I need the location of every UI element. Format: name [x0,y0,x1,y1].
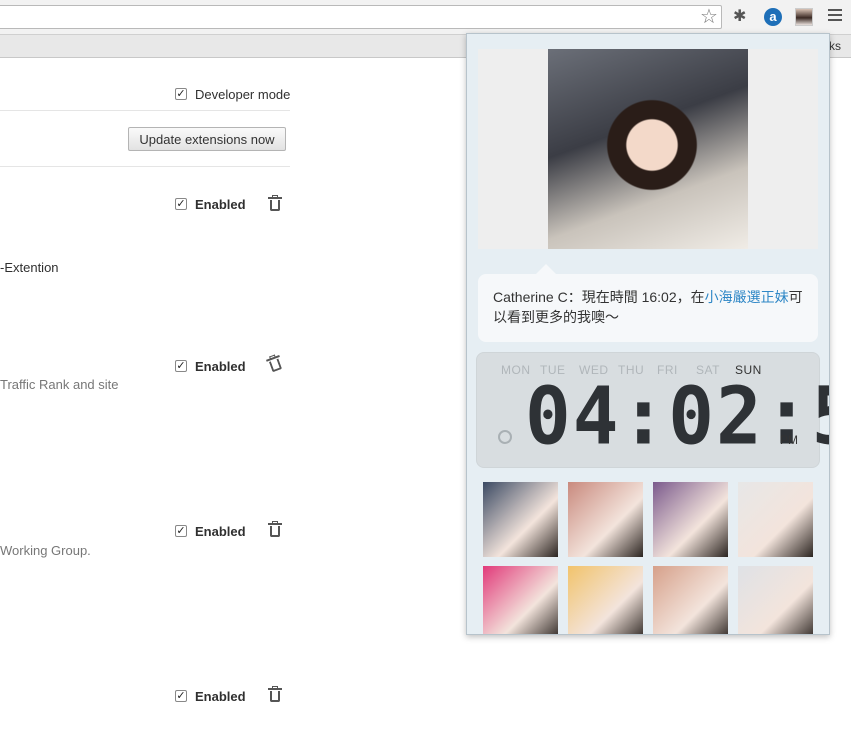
thumbnail[interactable] [653,566,728,634]
enabled-label: Enabled [195,197,246,212]
enabled-label: Enabled [195,689,246,704]
address-bar[interactable] [0,5,722,29]
extension-description: Traffic Rank and site [0,377,119,392]
menu-icon[interactable] [828,9,842,24]
developer-mode-checkbox[interactable]: ✓ [175,88,187,100]
message-bubble: Catherine C：現在時間 16:02，在小海嚴選正妹可以看到更多的我噢～ [478,264,818,342]
time-display: 04:02:59 [525,368,829,463]
enabled-checkbox[interactable]: ✓ [175,360,187,372]
trash-icon[interactable] [268,195,282,212]
thumbnail[interactable] [483,482,558,557]
extension-description: Working Group. [0,543,91,558]
digital-clock: MONTUEWEDTHUFRISATSUN 04:02:59 PM [476,352,829,468]
enabled-label: Enabled [195,524,246,539]
developer-mode-label: Developer mode [195,87,291,102]
divider [0,166,290,167]
message-link[interactable]: 小海嚴選正妹 [705,289,789,305]
trash-icon[interactable] [268,686,282,703]
bug-extension-icon[interactable]: ✱ [733,8,751,26]
update-extensions-button[interactable]: Update extensions now [128,127,286,151]
enabled-checkbox[interactable]: ✓ [175,198,187,210]
thumbnail[interactable] [738,566,813,634]
thumbnail[interactable] [568,566,643,634]
trash-icon[interactable] [266,354,285,374]
avatar-extension-icon[interactable] [795,8,813,26]
extension-description: -Extention [0,260,59,275]
thumbnail[interactable] [653,482,728,557]
browser-toolbar: ☆ ✱ a [0,0,851,34]
ampm-label: PM [780,433,798,447]
message-prefix: Catherine C：現在時間 16:02，在 [493,289,705,305]
enabled-label: Enabled [195,359,246,374]
alexa-extension-icon[interactable]: a [764,8,782,26]
trash-icon[interactable] [268,521,282,538]
photo-frame [478,49,818,249]
enabled-checkbox[interactable]: ✓ [175,525,187,537]
bookmark-star-icon[interactable]: ☆ [700,6,718,28]
alarm-clock-icon [498,430,512,444]
divider [0,110,290,111]
extension-popup: Catherine C：現在時間 16:02，在小海嚴選正妹可以看到更多的我噢～… [466,33,830,635]
thumbnail[interactable] [738,482,813,557]
thumbnail[interactable] [568,482,643,557]
enabled-checkbox[interactable]: ✓ [175,690,187,702]
thumbnail[interactable] [483,566,558,634]
main-photo[interactable] [548,49,748,249]
